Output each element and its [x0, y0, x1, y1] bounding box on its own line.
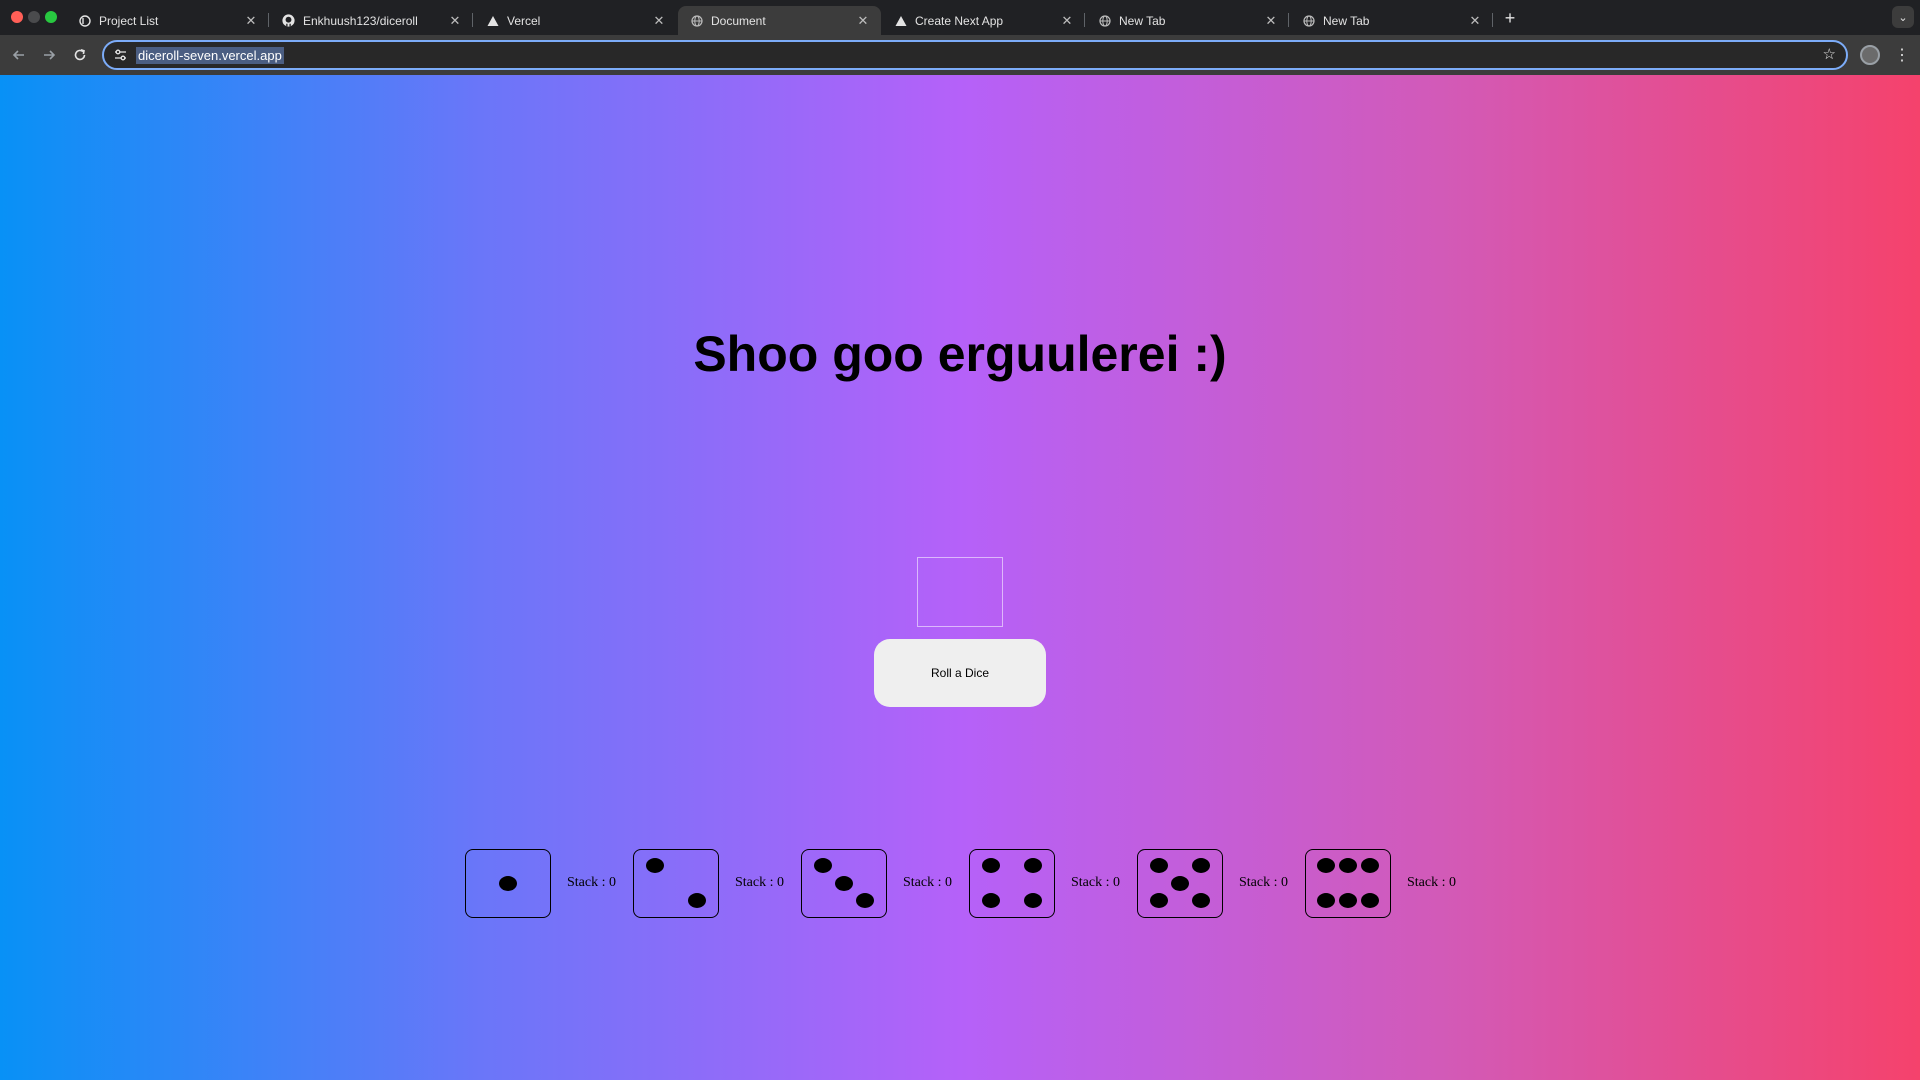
tab-separator	[1492, 13, 1493, 27]
tab-title: Vercel	[507, 13, 541, 28]
die-pip	[1339, 858, 1357, 873]
reload-icon[interactable]	[68, 43, 92, 67]
more-menu-icon[interactable]: ⋮	[1890, 43, 1914, 67]
stack-count-1: Stack : 0	[567, 875, 616, 890]
tab-project-list[interactable]: Project List ✕	[66, 6, 269, 35]
die-pip	[1024, 858, 1042, 873]
rolled-dice-display	[917, 557, 1003, 627]
die-face-6	[1305, 849, 1391, 918]
tab-new-tab[interactable]: New Tab ✕	[1086, 6, 1289, 35]
url-text[interactable]: diceroll-seven.vercel.app	[136, 46, 284, 64]
github-icon	[282, 14, 295, 27]
tab-close-icon[interactable]: ✕	[447, 13, 463, 29]
stack-count-3: Stack : 0	[903, 875, 952, 890]
die-face-2	[633, 849, 719, 918]
tab-close-icon[interactable]: ✕	[243, 13, 259, 29]
tab-search-chevron-icon[interactable]: ⌄	[1892, 6, 1914, 28]
globe-icon	[690, 14, 703, 27]
die-pip	[1192, 858, 1210, 873]
die-pip	[814, 858, 832, 873]
tab-create-next-app[interactable]: Create Next App ✕	[882, 6, 1085, 35]
die-pip	[1317, 893, 1335, 908]
vercel-icon	[894, 14, 907, 27]
die-pip	[499, 876, 517, 891]
tab-close-icon[interactable]: ✕	[1467, 13, 1483, 29]
tab-new-tab[interactable]: New Tab ✕	[1290, 6, 1493, 35]
tab-separator	[1084, 13, 1085, 27]
address-bar[interactable]: diceroll-seven.vercel.app ☆	[102, 40, 1848, 70]
tab-close-icon[interactable]: ✕	[651, 13, 667, 29]
die-pip	[1361, 893, 1379, 908]
bookmark-star-icon[interactable]: ☆	[1823, 45, 1836, 63]
tab-separator	[472, 13, 473, 27]
die-pip	[1171, 876, 1189, 891]
tab-document[interactable]: Document ✕	[678, 6, 881, 35]
page-viewport: Shoo goo erguulerei :) Roll a Dice Stack…	[0, 75, 1920, 1080]
die-pip	[1192, 893, 1210, 908]
die-pip	[1339, 893, 1357, 908]
tab-separator	[268, 13, 269, 27]
die-pip	[1317, 858, 1335, 873]
tab-close-icon[interactable]: ✕	[1263, 13, 1279, 29]
maximize-window-button[interactable]	[45, 11, 57, 23]
site-info-icon[interactable]	[110, 45, 130, 65]
project-icon	[78, 14, 91, 27]
tab-title: New Tab	[1323, 13, 1370, 28]
new-tab-plus-icon[interactable]: +	[1498, 7, 1522, 29]
stack-count-6: Stack : 0	[1407, 875, 1456, 890]
tab-title: Project List	[99, 13, 159, 28]
die-face-5	[1137, 849, 1223, 918]
die-pip	[646, 858, 664, 873]
tab-title: Create Next App	[915, 13, 1004, 28]
die-pip	[688, 893, 706, 908]
tab-strip: Project List ✕ Enkhuush123/diceroll ✕ Ve…	[0, 0, 1920, 35]
tab-close-icon[interactable]: ✕	[1059, 13, 1075, 29]
tab-github-diceroll[interactable]: Enkhuush123/diceroll ✕	[270, 6, 473, 35]
die-pip	[982, 893, 1000, 908]
tab-vercel[interactable]: Vercel ✕	[474, 6, 677, 35]
die-pip	[1024, 893, 1042, 908]
die-pip	[1361, 858, 1379, 873]
die-pip	[1150, 858, 1168, 873]
globe-icon	[1302, 14, 1315, 27]
tab-title: Enkhuush123/diceroll	[303, 13, 418, 28]
die-pip	[982, 858, 1000, 873]
stack-count-5: Stack : 0	[1239, 875, 1288, 890]
die-pip	[1150, 893, 1168, 908]
roll-dice-button[interactable]: Roll a Dice	[874, 639, 1046, 707]
profile-avatar[interactable]	[1860, 45, 1880, 65]
close-window-button[interactable]	[11, 11, 23, 23]
browser-toolbar: diceroll-seven.vercel.app ☆ ⋮	[0, 35, 1920, 75]
tab-title: New Tab	[1119, 13, 1166, 28]
die-face-4	[969, 849, 1055, 918]
die-face-1	[465, 849, 551, 918]
stack-count-2: Stack : 0	[735, 875, 784, 890]
die-face-3	[801, 849, 887, 918]
page-heading: Shoo goo erguulerei :)	[693, 326, 1227, 382]
tab-title: Document	[711, 13, 766, 28]
minimize-window-button[interactable]	[28, 11, 40, 23]
back-arrow-icon[interactable]	[7, 43, 31, 67]
tab-close-icon[interactable]: ✕	[855, 13, 871, 29]
die-pip	[835, 876, 853, 891]
stack-count-4: Stack : 0	[1071, 875, 1120, 890]
die-pip	[856, 893, 874, 908]
forward-arrow-icon[interactable]	[37, 43, 61, 67]
tab-separator	[1288, 13, 1289, 27]
globe-icon	[1098, 14, 1111, 27]
vercel-icon	[486, 14, 499, 27]
